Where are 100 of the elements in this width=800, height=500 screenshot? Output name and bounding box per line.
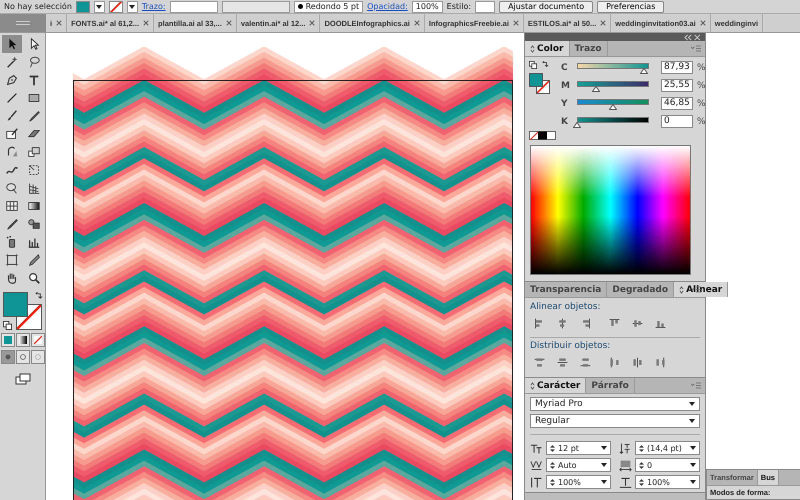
spinner-arrows-icon[interactable]: [550, 444, 555, 452]
none-mode-button[interactable]: [30, 333, 44, 347]
dropdown-caret-icon[interactable]: [126, 0, 138, 12]
field-value: 0: [647, 460, 654, 470]
panel-tab[interactable]: Transparencia: [525, 282, 608, 297]
stroke-weight-field[interactable]: [170, 0, 218, 12]
close-icon[interactable]: [600, 20, 606, 26]
spinner-arrows-icon[interactable]: [639, 444, 644, 452]
color-spectrum[interactable]: [530, 145, 691, 275]
close-icon[interactable]: [56, 20, 62, 26]
dropdown-caret-icon[interactable]: [601, 463, 607, 467]
color-slider[interactable]: [575, 98, 651, 110]
default-colors-icon[interactable]: [529, 61, 537, 69]
fill-swatch[interactable]: [76, 0, 90, 12]
spinner-field[interactable]: 100%: [635, 475, 700, 489]
kerning-icon: [530, 458, 543, 472]
color-slider[interactable]: [575, 62, 651, 74]
font-style-dropdown[interactable]: Regular: [530, 414, 700, 428]
spinner-arrows-icon[interactable]: [550, 478, 555, 486]
dropdown-caret-icon[interactable]: [690, 463, 696, 467]
dropdown-caret-icon[interactable]: [601, 480, 607, 484]
close-icon[interactable]: [700, 20, 706, 26]
channel-value-field[interactable]: 46,85: [661, 97, 693, 110]
opacity-link[interactable]: Opacidad:: [367, 2, 408, 11]
dropdown-caret-icon[interactable]: [689, 419, 695, 423]
dropdown-caret-icon[interactable]: [601, 446, 607, 450]
spinner-field[interactable]: 0: [635, 458, 700, 472]
color-slider[interactable]: [575, 116, 651, 128]
quick-swatch-strip[interactable]: [529, 131, 556, 140]
color-slider[interactable]: [575, 80, 651, 92]
panel-tab[interactable]: Párrafo: [586, 378, 635, 393]
panel-tab[interactable]: Carácter: [525, 378, 586, 393]
swap-arrows-icon[interactable]: [34, 292, 42, 301]
draw-normal-button[interactable]: [0, 350, 14, 364]
collapse-and-close-icon[interactable]: [683, 34, 701, 40]
expand-arrows-icon[interactable]: [530, 382, 535, 390]
diagonal-line-icon: [4, 91, 18, 105]
spinner-arrows-icon[interactable]: [639, 478, 644, 486]
blend-shapes-icon: [26, 217, 40, 231]
distribute-top-icon[interactable]: [533, 356, 546, 369]
control-button[interactable]: Preferencias: [597, 0, 664, 12]
unit-label: %: [697, 116, 706, 126]
channel-label: M: [561, 80, 571, 90]
fill-stroke-swatches[interactable]: [2, 292, 40, 330]
dropdown-caret-icon[interactable]: [690, 480, 696, 484]
expand-arrows-icon[interactable]: [530, 44, 535, 52]
fill-stroke-indicator[interactable]: [529, 73, 551, 95]
stroke-swatch[interactable]: [108, 0, 123, 12]
spinner-arrows-icon[interactable]: [639, 460, 644, 470]
spinner-field[interactable]: Auto: [546, 458, 611, 472]
dropdown-caret-icon[interactable]: [94, 0, 105, 12]
stroke-link[interactable]: Trazo:: [142, 2, 166, 11]
variable-width-field[interactable]: [222, 0, 290, 12]
distribute-left-icon[interactable]: [608, 356, 621, 369]
selection-tool-button[interactable]: [2, 35, 22, 53]
dropdown-caret-icon[interactable]: [690, 446, 696, 450]
control-button[interactable]: Ajustar documento: [499, 0, 594, 12]
spinner-field[interactable]: 12 pt: [546, 441, 611, 455]
type-tool-icon: [26, 73, 40, 87]
horizontal-scale-icon: [619, 476, 632, 488]
opacity-field[interactable]: 100%: [412, 0, 443, 12]
pen-nib-icon: [4, 73, 18, 87]
close-icon[interactable]: [309, 20, 316, 26]
channel-value-field[interactable]: 87,93: [661, 61, 693, 74]
brush-dropdown[interactable]: Redondo 5 pt: [294, 0, 364, 12]
filled-circle-icon: [4, 353, 12, 361]
vertical-scale-icon: [530, 476, 543, 488]
distribute-right-icon[interactable]: [654, 356, 667, 369]
close-icon[interactable]: [226, 20, 232, 26]
default-colors-icon[interactable]: [2, 321, 12, 330]
panel-tab[interactable]: Color: [525, 41, 570, 56]
spinner-arrows-icon[interactable]: [550, 460, 555, 470]
magic-wand-icon: [4, 55, 18, 69]
channel-value-field[interactable]: 25,55: [661, 79, 693, 92]
style-swatch[interactable]: [475, 0, 496, 12]
dropdown-caret-icon[interactable]: [689, 402, 695, 406]
none-swatch-icon: [34, 336, 42, 344]
spinner-field[interactable]: (14,4 pt): [635, 441, 700, 455]
distribute-center-icon[interactable]: [556, 356, 569, 369]
screen-mode-icon[interactable]: [14, 373, 30, 385]
tracking-icon: [619, 458, 632, 472]
panel-tab[interactable]: Alinear: [674, 282, 728, 297]
expand-arrows-icon[interactable]: [679, 286, 684, 294]
distribute-hcenter-icon[interactable]: [631, 356, 644, 369]
gradient-mode-button[interactable]: [16, 333, 30, 347]
field-value: (14,4 pt): [647, 444, 683, 452]
channel-value-field[interactable]: 0: [661, 115, 693, 128]
color-mode-button[interactable]: [0, 333, 14, 347]
close-icon[interactable]: [414, 20, 420, 26]
draw-behind-button[interactable]: [16, 350, 30, 364]
close-icon[interactable]: [143, 20, 150, 26]
perspective-grid-icon: [26, 181, 40, 195]
field-value: 100%: [647, 478, 671, 486]
swap-arrows-icon[interactable]: [541, 61, 549, 69]
close-icon[interactable]: [512, 20, 519, 26]
slider-thumb[interactable]: [573, 122, 581, 128]
spinner-field[interactable]: 100%: [546, 475, 611, 489]
font-family-dropdown[interactable]: Myriad Pro: [530, 397, 700, 411]
distribute-bottom-icon[interactable]: [579, 356, 592, 369]
panel-tab[interactable]: Trazo: [570, 41, 608, 56]
